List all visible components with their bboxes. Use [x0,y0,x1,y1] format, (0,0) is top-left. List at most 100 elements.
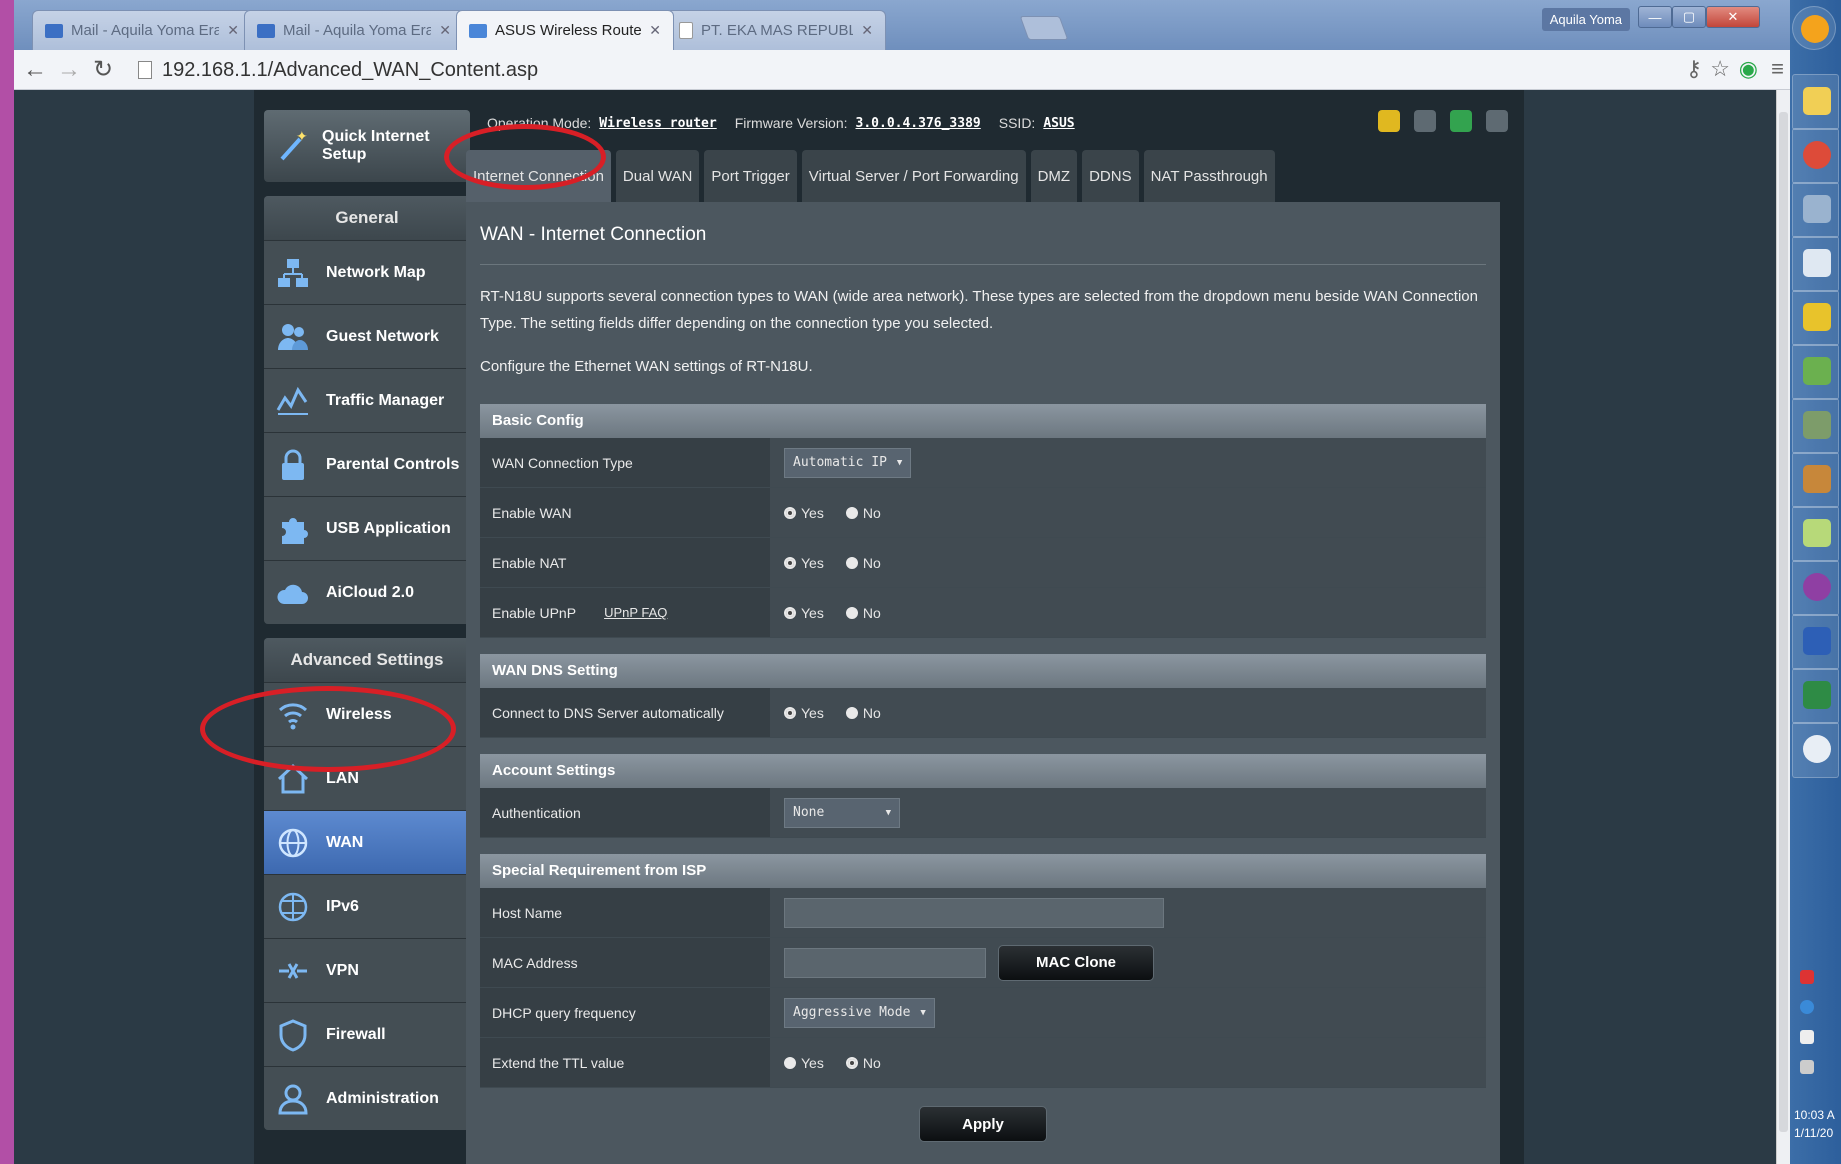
user-icon [278,1084,308,1114]
upnp-faq-link[interactable]: UPnP FAQ [604,605,667,620]
app-8[interactable] [1792,452,1839,508]
app-3[interactable] [1792,182,1839,238]
browser-tab-mail-1[interactable]: Mail - Aquila Yoma Erady ✕ [32,10,252,50]
firmware-link[interactable]: 3.0.0.4.376_3389 [856,116,981,131]
sidebar-item-firewall[interactable]: Firewall [264,1002,470,1066]
excel-app[interactable] [1792,668,1839,724]
browser-tab-eka[interactable]: PT. EKA MAS REPUBLIK ✕ [666,10,886,50]
close-tab-icon[interactable]: ✕ [649,22,661,39]
app-9[interactable] [1792,506,1839,562]
radio-unchecked-icon [784,1056,796,1069]
enable-nat-label: Enable NAT [480,538,770,587]
ssid-link[interactable]: ASUS [1043,116,1074,131]
authentication-select[interactable]: None ▼ [784,797,900,828]
browser-tab-router[interactable]: ASUS Wireless Router RT- ✕ [456,10,674,50]
maximize-button[interactable]: ▢ [1672,6,1706,28]
extend-ttl-yes-radio[interactable]: Yes [784,1055,824,1071]
ssid-label: SSID: [998,115,1036,131]
sidebar-item-guest-network[interactable]: Guest Network [264,304,470,368]
tray-power-icon[interactable] [1800,1030,1814,1044]
page-scrollbar[interactable] [1776,90,1790,1164]
tray-volume-icon[interactable] [1800,1060,1814,1074]
address-bar[interactable]: 192.168.1.1/Advanced_WAN_Content.asp [138,56,1670,84]
lightbulb-icon[interactable] [1378,110,1400,132]
tab-nat-passthrough[interactable]: NAT Passthrough [1143,150,1275,202]
close-tab-icon[interactable]: ✕ [227,22,239,39]
star-icon[interactable]: ☆ [1710,56,1730,82]
start-button[interactable] [1792,6,1836,50]
page-icon [138,61,152,79]
minimize-button[interactable]: — [1638,6,1672,28]
status-icons [1378,110,1508,132]
sidebar-item-parental-controls[interactable]: Parental Controls [264,432,470,496]
enable-upnp-label-cell: Enable UPnP UPnP FAQ [480,588,770,637]
sidebar-item-traffic-manager[interactable]: Traffic Manager [264,368,470,432]
mac-address-input[interactable] [784,947,986,978]
key-icon[interactable]: ⚷ [1686,56,1702,82]
quick-internet-setup-button[interactable]: ✦ Quick Internet Setup [264,110,470,182]
app-4[interactable] [1792,236,1839,292]
enable-nat-no-radio[interactable]: No [845,555,881,571]
scrollbar-thumb[interactable] [1779,112,1788,1132]
tab-dual-wan[interactable]: Dual WAN [615,150,700,202]
close-tab-icon[interactable]: ✕ [861,22,873,39]
op-mode-link[interactable]: Wireless router [599,116,716,131]
back-icon[interactable]: ← [18,53,52,87]
explorer-app[interactable] [1792,74,1839,130]
reload-icon[interactable]: ↻ [86,53,120,87]
authentication-label: Authentication [480,788,770,837]
chrome-app[interactable] [1792,128,1839,184]
extend-ttl-no-radio[interactable]: No [845,1055,881,1071]
close-tab-icon[interactable]: ✕ [439,22,451,39]
tab-dmz[interactable]: DMZ [1030,150,1078,202]
asus-icon [469,23,487,38]
dns-auto-row: Connect to DNS Server automatically Yes … [480,688,1486,738]
enable-upnp-yes-radio[interactable]: Yes [784,605,824,621]
mac-clone-button[interactable]: MAC Clone [998,944,1154,981]
host-name-input[interactable] [784,897,1164,928]
dns-auto-yes-radio[interactable]: Yes [784,705,824,721]
sidebar-item-administration[interactable]: Administration [264,1066,470,1130]
app-5[interactable] [1792,290,1839,346]
network-status-icon[interactable] [1450,110,1472,132]
dns-auto-no-radio[interactable]: No [845,705,881,721]
taskbar-clock[interactable]: 10:03 A 1/11/20 [1794,1106,1835,1142]
enable-upnp-no-radio[interactable]: No [845,605,881,621]
app-7[interactable] [1792,398,1839,454]
enable-wan-no-radio[interactable]: No [845,505,881,521]
enable-wan-yes-radio[interactable]: Yes [784,505,824,521]
radio-checked-icon [784,606,796,619]
tab-port-trigger[interactable]: Port Trigger [704,150,797,202]
tray-network-icon[interactable] [1800,1000,1814,1014]
browser-tab-mail-2[interactable]: Mail - Aquila Yoma Erady ✕ [244,10,464,50]
wan-type-select[interactable]: Automatic IP ▼ [784,447,912,478]
tab-virtual-server[interactable]: Virtual Server / Port Forwarding [801,150,1026,202]
sidebar-item-network-map[interactable]: Network Map [264,240,470,304]
browser-window: Mail - Aquila Yoma Erady ✕ Mail - Aquila… [14,0,1790,1164]
extension-icon[interactable]: ◉ [1739,56,1758,82]
sidebar-item-usb-application[interactable]: USB Application [264,496,470,560]
sidebar-item-aicloud[interactable]: AiCloud 2.0 [264,560,470,624]
profile-badge[interactable]: Aquila Yoma [1541,8,1630,31]
itunes-app[interactable] [1792,722,1839,778]
sidebar-item-wan[interactable]: WAN [264,810,470,874]
menu-icon[interactable]: ≡ [1771,56,1784,82]
printer-icon[interactable] [1414,110,1436,132]
enable-nat-yes-radio[interactable]: Yes [784,555,824,571]
highlight-ellipse-wan [200,686,456,772]
tab-ddns[interactable]: DDNS [1082,150,1139,202]
apply-button[interactable]: Apply [919,1106,1047,1142]
tray-flag-icon[interactable] [1800,970,1814,984]
sidebar-item-vpn[interactable]: VPN [264,938,470,1002]
enable-nat-row: Enable NAT Yes No [480,538,1486,588]
forward-icon[interactable]: → [52,53,86,87]
app-10[interactable] [1792,560,1839,616]
usb-icon[interactable] [1486,110,1508,132]
dhcp-frequency-select[interactable]: Aggressive Mode ▼ [784,997,935,1028]
app-6[interactable] [1792,344,1839,400]
new-tab-button[interactable] [1019,16,1069,40]
dhcp-frequency-value: Aggressive Mode [793,1005,911,1020]
app-11[interactable] [1792,614,1839,670]
sidebar-item-ipv6[interactable]: IPv6 [264,874,470,938]
close-window-button[interactable]: ✕ [1706,6,1760,28]
